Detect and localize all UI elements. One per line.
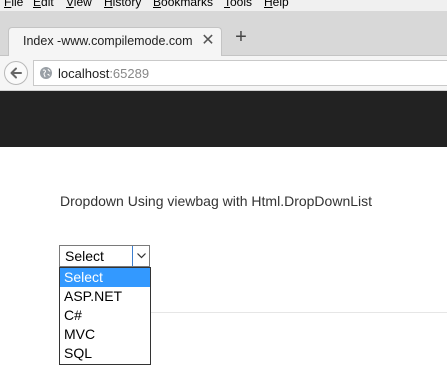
navigation-bar: localhost:65289 — [0, 56, 447, 91]
menu-edit[interactable]: Edit — [33, 0, 54, 9]
url-text: localhost:65289 — [58, 66, 150, 81]
chevron-down-icon — [137, 253, 146, 259]
dropdown-arrow-button[interactable] — [132, 246, 149, 266]
back-arrow-icon — [10, 67, 22, 79]
dropdown-selected-value: Select — [65, 248, 104, 264]
dropdown-option[interactable]: Select — [60, 268, 150, 287]
divider — [150, 312, 447, 313]
menu-bookmarks[interactable]: Bookmarks — [153, 0, 213, 9]
menu-help[interactable]: Help — [264, 0, 289, 9]
dropdown-select[interactable]: Select — [59, 245, 150, 267]
address-bar[interactable]: localhost:65289 — [33, 60, 447, 86]
back-button[interactable] — [4, 61, 28, 85]
menu-bar: File Edit View History Bookmarks Tools H… — [0, 0, 447, 11]
dropdown-options-list: Select ASP.NET C# MVC SQL — [59, 267, 151, 365]
menu-view[interactable]: View — [66, 0, 92, 9]
menu-tools[interactable]: Tools — [224, 0, 252, 9]
browser-tab[interactable]: Index -www.compilemode.com ✕ — [8, 27, 222, 57]
dropdown-option[interactable]: MVC — [60, 325, 150, 344]
page-heading: Dropdown Using viewbag with Html.DropDow… — [60, 193, 373, 209]
dropdown-option[interactable]: C# — [60, 306, 150, 325]
tab-title: Index -www.compilemode.com — [23, 34, 193, 48]
site-header-band — [0, 91, 447, 147]
globe-icon — [40, 67, 52, 79]
close-icon[interactable]: ✕ — [200, 32, 216, 50]
dropdown-option[interactable]: SQL — [60, 344, 150, 363]
tab-strip: Index -www.compilemode.com ✕ + — [0, 11, 447, 57]
dropdown-option[interactable]: ASP.NET — [60, 287, 150, 306]
menu-file[interactable]: File — [4, 0, 23, 9]
menu-history[interactable]: History — [104, 0, 141, 9]
new-tab-plus-icon[interactable]: + — [231, 26, 251, 48]
